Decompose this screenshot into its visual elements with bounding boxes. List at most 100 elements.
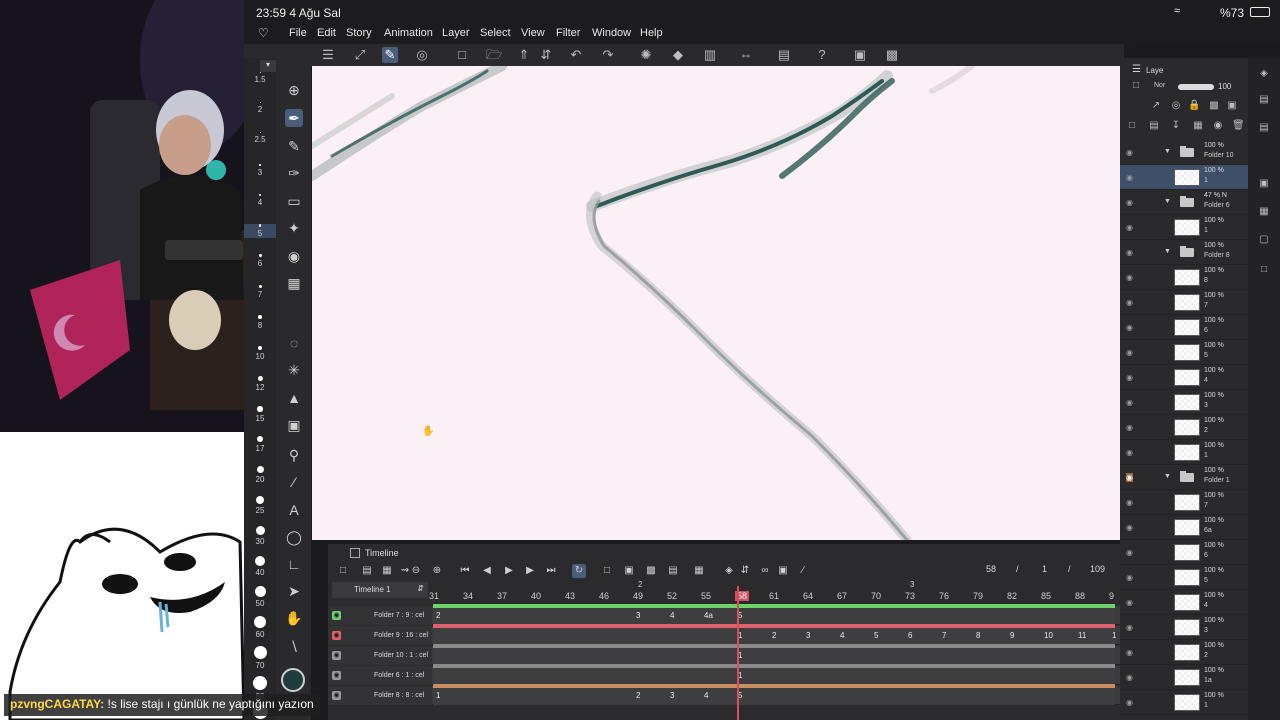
layer-item[interactable]: ◉ 100 % 6 — [1120, 540, 1248, 565]
onion-icon[interactable]: ▩ — [644, 564, 658, 578]
cel-label[interactable]: 1 — [436, 691, 440, 700]
layer-item[interactable]: ◉ 100 % 8 — [1120, 265, 1248, 290]
loop-icon[interactable]: ↻ — [572, 564, 586, 578]
cel-label[interactable]: 4a — [704, 611, 713, 620]
eye-icon[interactable]: ◉ — [1126, 248, 1133, 257]
frame-number[interactable]: 61 — [769, 591, 779, 601]
layer-folder[interactable]: ◉ ▼ 100 % Folder 10 — [1120, 140, 1248, 165]
cel-label[interactable]: 6 — [908, 631, 912, 640]
timeline-new-icon[interactable]: □ — [336, 564, 350, 578]
cel-label[interactable]: 8 — [976, 631, 980, 640]
frame-number[interactable]: 70 — [871, 591, 881, 601]
object-icon[interactable]: ➤ — [285, 582, 303, 600]
eye-icon[interactable]: ◉ — [1126, 473, 1133, 482]
eye-icon[interactable]: ◉ — [1126, 573, 1133, 582]
eye-icon[interactable]: ◉ — [1126, 223, 1133, 232]
eye-icon[interactable]: ◉ — [1126, 148, 1133, 157]
frame-number[interactable]: 64 — [803, 591, 813, 601]
new-cel-icon[interactable]: □ — [600, 564, 614, 578]
track-cels[interactable]: 12345 — [433, 684, 1115, 705]
sub-tool-icon[interactable]: ▤ — [1258, 122, 1270, 134]
copy-layer-icon[interactable]: ▦ — [1192, 120, 1204, 132]
trash-icon[interactable]: 🗑 — [1232, 120, 1245, 132]
merge-icon[interactable]: ↧ — [1170, 120, 1182, 132]
layer-opacity-value[interactable]: 100 — [1218, 82, 1231, 91]
frame-number[interactable]: 9 — [1109, 591, 1114, 601]
track-label[interactable]: Folder 8 : 8 : cel — [328, 686, 432, 705]
timeline-track[interactable]: Folder 9 : 16 : cel ◉ 1 2 3 4 5 6 7 8 9 10 11 1 — [328, 624, 1120, 645]
layer-item[interactable]: ◉ 100 % 1a — [1120, 665, 1248, 690]
frame-number[interactable]: 49 — [633, 591, 643, 601]
edit-icon[interactable]: ✎ — [382, 47, 398, 63]
timeline-grid-icon[interactable]: ▦ — [380, 564, 394, 578]
undo-icon[interactable]: ↶ — [568, 47, 584, 63]
layer-item[interactable]: ◉ 100 % 5 — [1120, 565, 1248, 590]
next-frame-icon[interactable]: ▶ — [523, 564, 537, 578]
open-folder-icon[interactable]: 🗁 — [486, 47, 502, 63]
brush-size-option[interactable]: 12 — [244, 376, 276, 392]
zoom-out-icon[interactable]: ⊖ — [409, 564, 423, 578]
layer-tab[interactable]: Laye — [1146, 66, 1163, 75]
eye-icon[interactable]: ◉ — [1126, 448, 1133, 457]
layer-item[interactable]: ◉ 100 % 5 — [1120, 340, 1248, 365]
page-icon[interactable]: ▤ — [776, 47, 792, 63]
brush-size-option[interactable]: 8 — [244, 315, 276, 330]
track-visibility-icon[interactable]: ◉ — [332, 611, 341, 620]
timeline-track[interactable]: Folder 6 : 1 : cel ◉ 1 — [328, 664, 1120, 685]
eye-icon[interactable]: ◉ — [1126, 173, 1133, 182]
balloon-icon[interactable]: ◯ — [285, 528, 303, 546]
chevron-updown-icon[interactable]: ⇵ — [738, 564, 752, 578]
drawing-canvas[interactable]: ✋ — [312, 66, 1120, 540]
lasso-icon[interactable]: ◌ — [285, 334, 303, 352]
layer-item[interactable]: ◉ 100 % 1 — [1120, 440, 1248, 465]
menu-help[interactable]: Help — [640, 27, 663, 39]
light-table-icon[interactable]: ▦ — [692, 564, 706, 578]
keyframe-icon[interactable]: ◈ — [722, 564, 736, 578]
line-icon[interactable]: ∕ — [285, 473, 303, 491]
brush-size-option[interactable]: 25 — [244, 496, 276, 515]
cel-label[interactable]: 3 — [806, 631, 810, 640]
primary-color-swatch[interactable] — [281, 668, 305, 692]
mask-icon[interactable]: ▣ — [1226, 100, 1238, 112]
eye-icon[interactable]: ◉ — [1126, 198, 1133, 207]
transform-icon[interactable]: ▣ — [776, 564, 790, 578]
menu-view[interactable]: View — [521, 27, 545, 39]
size-panel-toggle-icon[interactable]: ▾ — [260, 60, 276, 72]
eye-icon[interactable]: ◉ — [1126, 648, 1133, 657]
auto-action-icon[interactable]: □ — [1258, 264, 1270, 276]
redo-icon[interactable]: ↷ — [600, 47, 616, 63]
prev-frame-icon[interactable]: ◀ — [480, 564, 494, 578]
frame-number[interactable]: 55 — [701, 591, 711, 601]
eye-icon[interactable]: ◉ — [1126, 548, 1133, 557]
frame-number[interactable]: 40 — [531, 591, 541, 601]
brush-size-option[interactable]: 1.5 — [244, 72, 276, 84]
cel-label[interactable]: 4 — [670, 611, 674, 620]
chevron-updown-icon[interactable]: ⇵ — [538, 47, 554, 63]
track-cels[interactable]: 2 3 4 4a 5 — [433, 604, 1115, 625]
track-cels[interactable]: 1 — [433, 644, 1115, 665]
layer-item[interactable]: ◉ 100 % 1 — [1120, 690, 1248, 715]
brush-size-option[interactable]: 7 — [244, 285, 276, 299]
track-visibility-icon[interactable]: ◉ — [332, 631, 341, 640]
layer-item[interactable]: ◉ 100 % 2 — [1120, 640, 1248, 665]
frame-number[interactable]: 73 — [905, 591, 915, 601]
layer-item[interactable]: ◉ 100 % 3 — [1120, 615, 1248, 640]
track-label[interactable]: Folder 10 : 1 : cel — [328, 646, 432, 665]
pencil-icon[interactable]: ✎ — [285, 137, 303, 155]
new-folder-icon[interactable]: ▤ — [1148, 120, 1160, 132]
save-icon[interactable]: ⇑ — [516, 47, 532, 63]
gradient-icon[interactable]: ▣ — [285, 416, 303, 434]
track-label[interactable]: Folder 9 : 16 : cel — [328, 626, 432, 645]
history-icon[interactable]: ▢ — [1258, 234, 1270, 246]
brush-size-option[interactable]: 15 — [244, 406, 276, 423]
eye-icon[interactable]: ◉ — [1126, 323, 1133, 332]
color-set-icon[interactable]: ▦ — [1258, 206, 1270, 218]
link-icon[interactable]: ∞ — [758, 564, 772, 578]
timeline-layers-icon[interactable]: ▤ — [360, 564, 374, 578]
eye-icon[interactable]: ◉ — [1126, 298, 1133, 307]
resize-icon[interactable]: ⤢ — [352, 47, 368, 63]
eye-icon[interactable]: ◉ — [1126, 598, 1133, 607]
brush-size-option[interactable]: 4 — [244, 194, 276, 207]
layer-item[interactable]: ◉ 100 % 1 — [1120, 215, 1248, 240]
layer-properties-icon[interactable]: ◈ — [1258, 68, 1270, 80]
